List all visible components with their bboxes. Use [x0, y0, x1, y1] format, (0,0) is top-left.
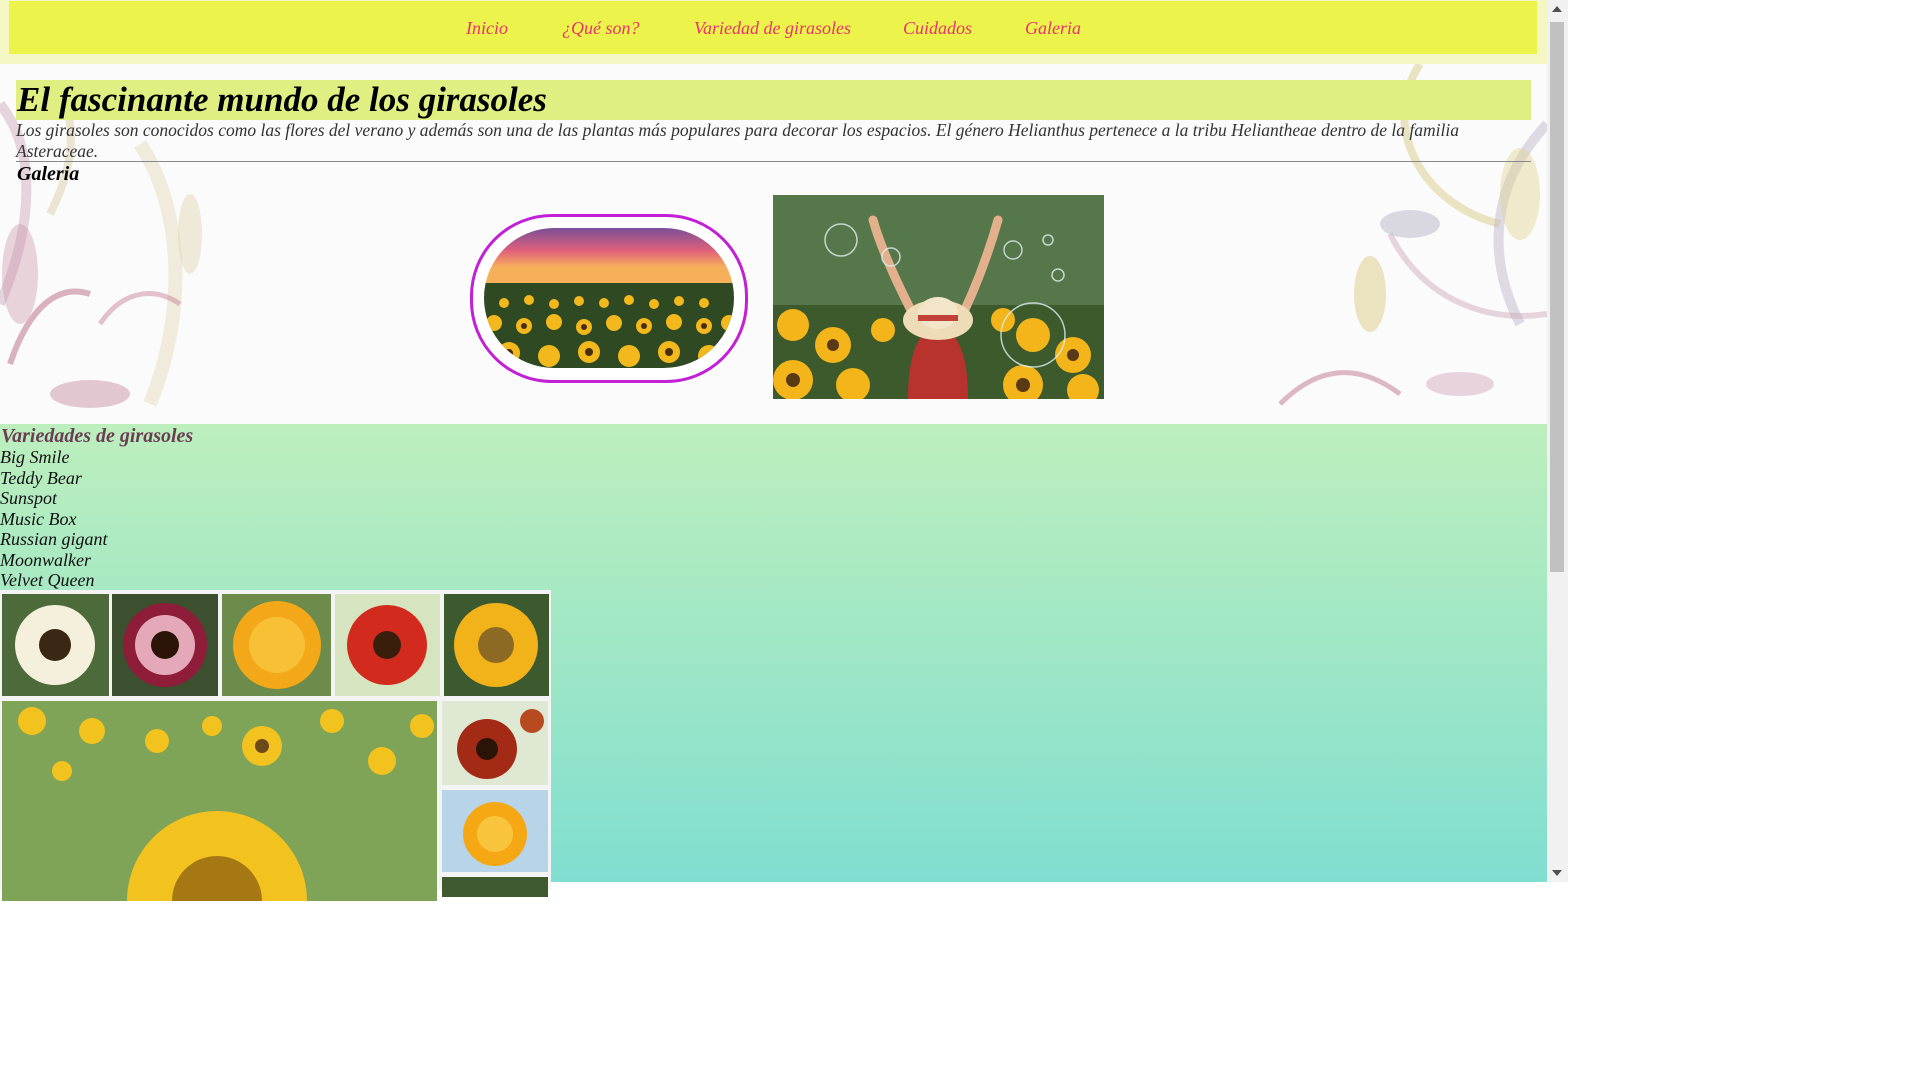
red-sunflower-image[interactable] — [335, 594, 440, 696]
scroll-down-arrow-icon[interactable] — [1552, 870, 1562, 876]
scroll-up-arrow-icon[interactable] — [1552, 6, 1562, 12]
list-item: Big Smile — [0, 447, 70, 467]
divider — [16, 161, 1531, 162]
fluffy-yellow-sunflower-image[interactable] — [442, 790, 548, 872]
title-band: El fascinante mundo de los girasoles — [16, 80, 1531, 120]
list-item: Teddy Bear — [0, 467, 82, 488]
dark-red-sunflower-image[interactable] — [442, 701, 548, 785]
scrollbar-thumb[interactable] — [1550, 22, 1564, 572]
intro-text: Los girasoles son conocidos como las flo… — [16, 120, 1459, 161]
white-sunflower-image[interactable] — [2, 594, 109, 696]
main-nav: Inicio ¿Qué son? Variedad de girasoles C… — [9, 1, 1537, 54]
vertical-scrollbar[interactable] — [1547, 0, 1568, 882]
varieties-heading: Variedades de girasoles — [1, 425, 194, 447]
sunflower-field-large-image[interactable] — [2, 701, 437, 901]
nav-link-cuidados[interactable]: Cuidados — [903, 18, 972, 39]
sunflower-thumbnail-image[interactable] — [442, 877, 548, 897]
nav-link-galeria[interactable]: Galeria — [1025, 18, 1081, 39]
nav-wrapper: Inicio ¿Qué son? Variedad de girasoles C… — [0, 0, 1547, 64]
list-item: Moonwalker — [0, 549, 91, 570]
nav-link-que-son[interactable]: ¿Qué son? — [562, 18, 640, 39]
page-title: El fascinante mundo de los girasoles — [17, 80, 547, 119]
woman-sunflower-field-image[interactable] — [773, 195, 1104, 399]
sunset-field-image-frame — [470, 214, 748, 383]
list-item: Russian gigant — [0, 529, 108, 549]
red-white-sunflower-image[interactable] — [112, 594, 218, 696]
hero-section: El fascinante mundo de los girasoles Los… — [0, 64, 1547, 424]
sunset-field-image[interactable] — [484, 228, 734, 368]
gallery-heading: Galeria — [17, 163, 80, 185]
varieties-section: Variedades de girasoles Big Smile Teddy … — [0, 424, 1547, 901]
teddy-bear-sunflower-image[interactable] — [222, 594, 331, 696]
list-item: Music Box — [0, 508, 77, 529]
yellow-sunflower-image[interactable] — [444, 594, 549, 696]
nav-link-variedad[interactable]: Variedad de girasoles — [694, 18, 851, 39]
nav-link-inicio[interactable]: Inicio — [466, 18, 508, 39]
list-item: Velvet Queen — [0, 570, 95, 590]
varieties-list: Big Smile Teddy Bear Sunspot Music Box R… — [0, 447, 108, 591]
list-item: Sunspot — [0, 488, 58, 508]
varieties-image-grid — [0, 590, 551, 901]
